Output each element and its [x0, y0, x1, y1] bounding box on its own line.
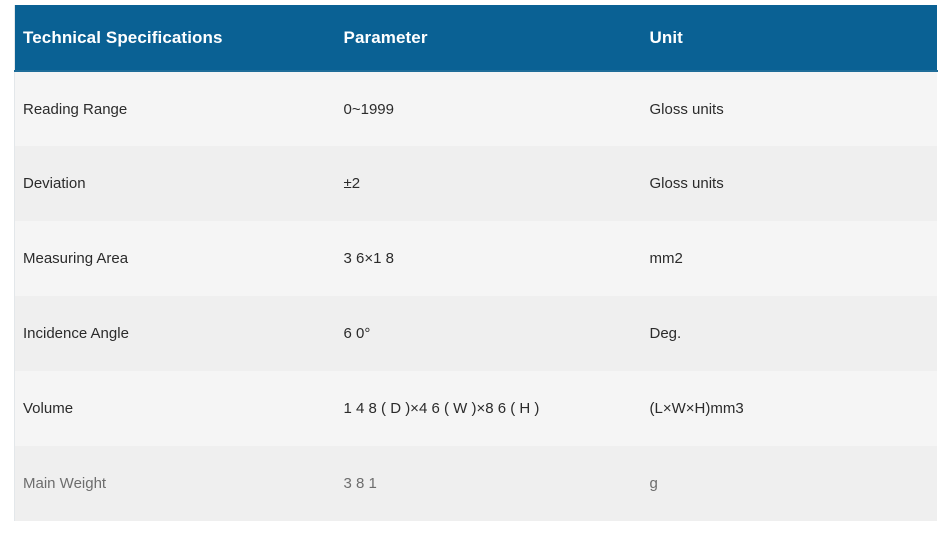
table-row: Incidence Angle 6 0° Deg.	[14, 296, 938, 371]
cell-unit-measuring-area: mm2	[649, 250, 683, 267]
table-row: Main Weight 3 8 1 g	[14, 446, 938, 521]
cell-spec-measuring-area: Measuring Area	[23, 250, 129, 267]
technical-specifications-table: Technical Specifications Parameter Unit …	[14, 5, 938, 521]
cell-parameter-reading-range: 0~1999	[343, 100, 394, 118]
table-header-row: Technical Specifications Parameter Unit	[14, 5, 938, 72]
cell-unit-main-weight: g	[649, 475, 658, 492]
column-header-technical-specifications: Technical Specifications	[14, 5, 328, 72]
cell-parameter-incidence-angle: 6 0°	[343, 325, 371, 342]
cell-parameter-deviation: ±2	[343, 175, 361, 192]
cell-unit-incidence-angle: Deg.	[649, 325, 682, 342]
table-row: Volume 1 4 8 ( D )×4 6 ( W )×8 6 ( H ) (…	[14, 371, 938, 446]
cell-unit-reading-range: Gloss units	[649, 100, 724, 118]
cell-spec-volume: Volume	[23, 400, 74, 417]
cell-parameter-volume: 1 4 8 ( D )×4 6 ( W )×8 6 ( H )	[343, 400, 540, 417]
cell-spec-deviation: Deviation	[23, 175, 86, 192]
cell-parameter-measuring-area: 3 6×1 8	[343, 250, 394, 267]
cell-unit-volume: (L×W×H)mm3	[649, 400, 744, 417]
table-body: Reading Range 0~1999 Gloss units Deviati…	[14, 71, 938, 521]
cell-unit-deviation: Gloss units	[649, 175, 724, 192]
table-row: Reading Range 0~1999 Gloss units	[14, 71, 938, 146]
column-header-unit: Unit	[630, 5, 938, 72]
column-header-parameter: Parameter	[327, 5, 631, 72]
cell-spec-incidence-angle: Incidence Angle	[23, 325, 129, 342]
cell-spec-main-weight: Main Weight	[23, 475, 107, 492]
table-header: Technical Specifications Parameter Unit	[14, 5, 938, 72]
cell-spec-reading-range: Reading Range	[23, 100, 128, 118]
cell-parameter-main-weight: 3 8 1	[343, 475, 377, 492]
table-row: Measuring Area 3 6×1 8 mm2	[14, 221, 938, 296]
table-row: Deviation ±2 Gloss units	[14, 146, 938, 221]
page-root: Technical Specifications Parameter Unit …	[0, 0, 950, 549]
